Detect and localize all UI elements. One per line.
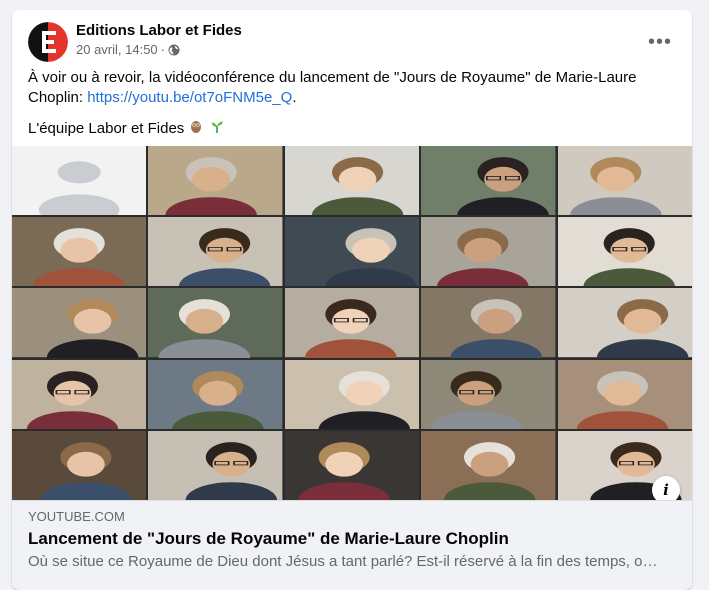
post-text-line1: À voir ou à revoir, la vidéoconférence d…	[28, 68, 668, 108]
participant-tile	[557, 359, 692, 429]
participant-video	[557, 359, 692, 429]
participant-tile	[284, 359, 420, 429]
participant-tile	[284, 146, 420, 216]
participant-video	[148, 146, 283, 216]
participant-tile	[557, 146, 692, 216]
post-header: Editions Labor et Fides 20 avril, 14:50 …	[12, 10, 692, 70]
participant-tile	[557, 217, 692, 287]
globe-icon[interactable]	[168, 44, 180, 56]
participant-video	[12, 359, 147, 429]
participant-tile	[421, 146, 556, 216]
youtube-link[interactable]: https://youtu.be/ot7oFNM5e_Q	[87, 89, 292, 106]
participant-video	[284, 146, 420, 216]
participant-video	[557, 288, 692, 358]
seedling-emoji	[209, 118, 225, 140]
participant-tile	[284, 430, 420, 500]
more-options-icon[interactable]: •••	[642, 24, 678, 60]
participant-tile	[148, 217, 283, 287]
participant-video	[284, 288, 420, 358]
participant-video	[421, 359, 556, 429]
post-text-line2: L'équipe Labor et Fides	[28, 118, 668, 140]
participant-tile	[148, 359, 283, 429]
page-avatar[interactable]	[28, 22, 68, 62]
participant-tile	[421, 430, 556, 500]
participant-tile	[557, 288, 692, 358]
video-call-grid	[12, 146, 692, 500]
participant-tile	[12, 359, 147, 429]
participant-video	[12, 146, 147, 216]
labor-et-fides-logo	[28, 22, 68, 62]
participant-video	[421, 217, 556, 287]
owl-emoji	[188, 118, 204, 140]
participant-tile	[421, 288, 556, 358]
page-name-link[interactable]: Editions Labor et Fides	[76, 22, 242, 39]
meta-separator: ·	[160, 42, 166, 57]
info-label: i	[663, 481, 669, 499]
participant-video	[284, 217, 420, 287]
participant-tile	[148, 430, 283, 500]
participant-tile	[12, 430, 147, 500]
participant-tile	[12, 288, 147, 358]
link-title[interactable]: Lancement de "Jours de Royaume" de Marie…	[28, 529, 668, 549]
participant-video	[421, 288, 556, 358]
participant-video	[421, 430, 556, 500]
participant-video	[12, 217, 147, 287]
participant-tile	[421, 217, 556, 287]
participant-video	[148, 288, 283, 358]
participant-tile	[148, 288, 283, 358]
participant-video	[12, 430, 147, 500]
participant-video	[284, 430, 420, 500]
participant-video	[148, 359, 283, 429]
participant-tile	[284, 217, 420, 287]
participant-tile	[148, 146, 283, 216]
participant-video	[557, 217, 692, 287]
participant-tile	[421, 359, 556, 429]
post-timestamp[interactable]: 20 avril, 14:50	[76, 42, 158, 57]
post-card: Editions Labor et Fides 20 avril, 14:50 …	[12, 10, 692, 590]
participant-tile	[12, 146, 147, 216]
post-text-suffix: .	[292, 89, 297, 106]
post-text: À voir ou à revoir, la vidéoconférence d…	[28, 68, 668, 150]
link-description: Où se situe ce Royaume de Dieu dont Jésu…	[28, 553, 658, 570]
post-signature: L'équipe Labor et Fides	[28, 119, 185, 137]
link-domain: YOUTUBE.COM	[28, 509, 125, 524]
more-options-label: •••	[647, 30, 672, 53]
participant-video	[557, 146, 692, 216]
post-meta: 20 avril, 14:50 ·	[76, 42, 180, 57]
participant-tile	[12, 217, 147, 287]
link-preview-card[interactable]: YOUTUBE.COM Lancement de "Jours de Royau…	[12, 500, 692, 590]
participant-video	[148, 430, 283, 500]
participant-video	[421, 146, 556, 216]
participant-video	[148, 217, 283, 287]
participant-tile	[284, 288, 420, 358]
participant-video	[12, 288, 147, 358]
participant-video	[284, 359, 420, 429]
video-thumbnail[interactable]: i	[12, 146, 692, 504]
